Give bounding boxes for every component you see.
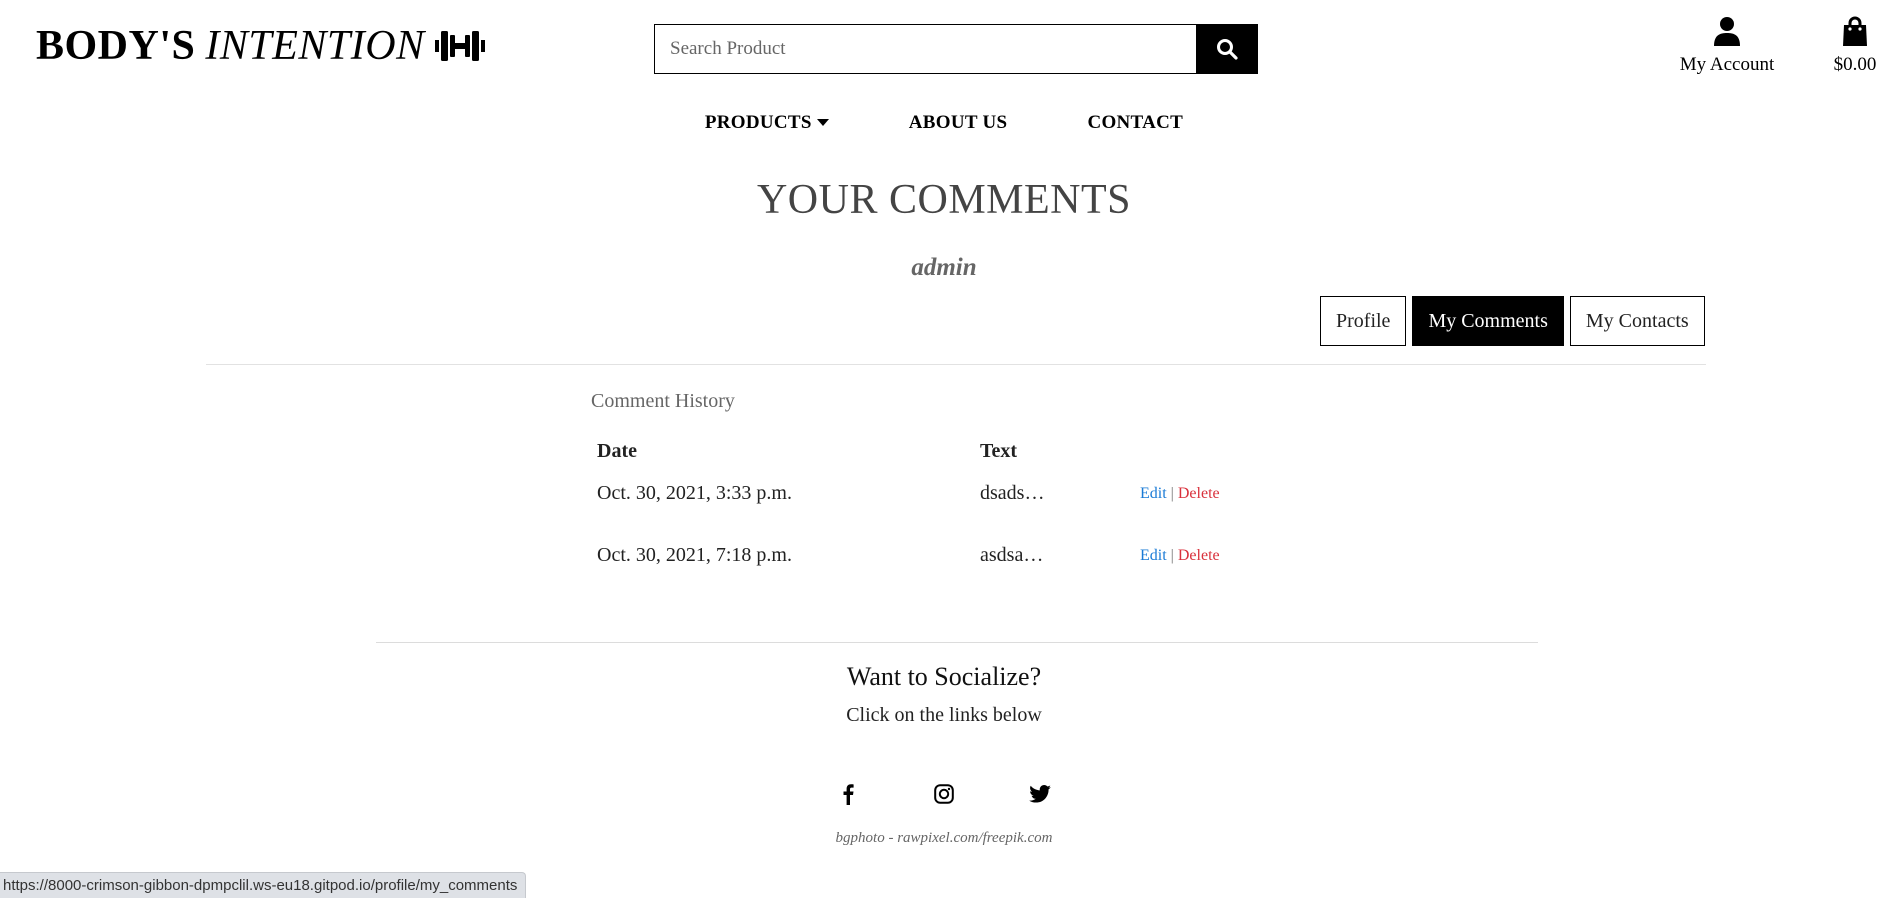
comment-date: Oct. 30, 2021, 3:33 p.m.	[597, 482, 792, 504]
table-row: Oct. 30, 2021, 7:18 p.m. asdsa… Edit | Del…	[591, 544, 1291, 606]
divider	[206, 364, 1706, 365]
search-button[interactable]	[1196, 24, 1258, 74]
delete-comment-link[interactable]: Delete	[1178, 547, 1220, 564]
delete-comment-link[interactable]: Delete	[1178, 485, 1220, 502]
nav-contact[interactable]: CONTACT	[1087, 112, 1183, 134]
comment-actions: Edit | Delete	[1140, 547, 1220, 565]
action-separator: |	[1170, 547, 1174, 564]
edit-comment-link[interactable]: Edit	[1140, 485, 1167, 502]
user-icon	[1714, 17, 1740, 46]
page-title: YOUR COMMENTS	[756, 177, 1132, 223]
footer-divider	[376, 642, 1538, 643]
brand-name-bold: BODY'S	[36, 23, 196, 69]
search-icon	[1217, 39, 1238, 60]
search-form	[654, 24, 1258, 74]
instagram-icon[interactable]	[932, 782, 956, 806]
shopping-bag-icon	[1843, 16, 1867, 46]
brand-name-italic: INTENTION	[205, 23, 425, 69]
footer-title: Want to Socialize?	[846, 662, 1042, 691]
caret-down-icon	[816, 119, 829, 126]
main-nav: PRODUCTS ABOUT US CONTACT	[0, 112, 1888, 134]
my-account-link[interactable]: My Account	[1670, 16, 1784, 76]
twitter-icon[interactable]	[1028, 782, 1052, 806]
search-input[interactable]	[654, 24, 1196, 74]
comment-text: dsads…	[980, 482, 1045, 504]
column-header-text: Text	[980, 440, 1018, 462]
action-separator: |	[1170, 485, 1174, 502]
tab-my-contacts[interactable]: My Contacts	[1569, 296, 1705, 346]
browser-status-bar: https://8000-crimson-gibbon-dpmpclil.ws-…	[0, 872, 527, 898]
comment-history-title: Comment History	[591, 390, 735, 412]
footer-subtitle: Click on the links below	[846, 704, 1042, 726]
dumbbell-icon	[434, 28, 485, 64]
username: admin	[911, 254, 977, 281]
facebook-icon[interactable]	[836, 782, 860, 806]
nav-about-us[interactable]: ABOUT US	[909, 112, 1008, 134]
tab-my-comments[interactable]: My Comments	[1412, 296, 1564, 346]
brand-logo[interactable]: BODY'S INTENTION	[36, 22, 485, 70]
my-account-label: My Account	[1679, 54, 1775, 75]
edit-comment-link[interactable]: Edit	[1140, 547, 1167, 564]
profile-tabs: Profile My Comments My Contacts	[1320, 296, 1705, 346]
table-row: Oct. 30, 2021, 3:33 p.m. dsads… Edit | Del…	[591, 482, 1291, 544]
cart-link[interactable]: $0.00	[1824, 16, 1886, 76]
background-credit: bgphoto - rawpixel.com/freepik.com	[835, 830, 1053, 846]
nav-products-label: PRODUCTS	[704, 112, 812, 133]
social-links	[0, 782, 1888, 806]
tab-profile[interactable]: Profile	[1320, 296, 1407, 346]
comments-table: Date Text Oct. 30, 2021, 3:33 p.m. dsads…	[591, 440, 1291, 606]
column-header-date: Date	[597, 440, 637, 462]
table-header-row: Date Text	[591, 440, 1291, 482]
comment-text: asdsa…	[980, 544, 1044, 566]
comment-actions: Edit | Delete	[1140, 485, 1220, 503]
nav-products[interactable]: PRODUCTS	[705, 112, 829, 134]
cart-total: $0.00	[1833, 54, 1877, 75]
comment-date: Oct. 30, 2021, 7:18 p.m.	[597, 544, 792, 566]
